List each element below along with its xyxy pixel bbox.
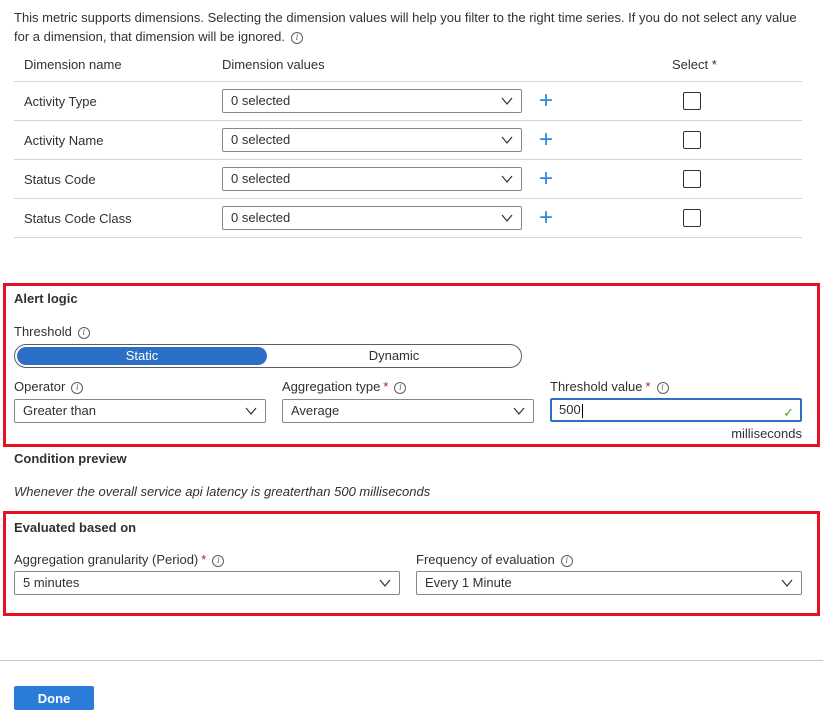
alert-logic-title: Alert logic: [14, 291, 78, 306]
info-icon[interactable]: i: [290, 31, 303, 44]
header-dimension-name: Dimension name: [24, 57, 122, 72]
threshold-toggle[interactable]: Static Dynamic: [14, 344, 522, 368]
chevron-down-icon: [379, 579, 391, 587]
dropdown-value: Average: [291, 403, 340, 418]
dropdown-value: 0 selected: [231, 93, 291, 108]
operator-label: Operator i: [14, 379, 84, 394]
intro-text: This metric supports dimensions. Selecti…: [14, 10, 797, 44]
divider: [14, 159, 802, 160]
divider: [14, 120, 802, 121]
granularity-label: Aggregation granularity (Period) * i: [14, 552, 225, 567]
dimension-values-dropdown[interactable]: 0 selected: [222, 89, 522, 113]
chevron-down-icon: [245, 407, 257, 415]
divider: [14, 198, 802, 199]
required-marker: *: [645, 379, 651, 394]
text-cursor: [581, 403, 583, 418]
dimensions-intro: This metric supports dimensions. Selecti…: [14, 8, 814, 46]
select-checkbox[interactable]: [683, 209, 701, 227]
threshold-value-label-text: Threshold value: [550, 379, 643, 394]
dropdown-value: Every 1 Minute: [425, 575, 512, 590]
add-icon[interactable]: +: [539, 206, 553, 230]
info-icon[interactable]: i: [394, 381, 407, 394]
threshold-unit: milliseconds: [731, 426, 802, 441]
dimension-name: Status Code: [24, 172, 96, 187]
operator-label-text: Operator: [14, 379, 66, 394]
dimension-values-dropdown[interactable]: 0 selected: [222, 128, 522, 152]
required-marker: *: [201, 552, 207, 567]
aggregation-type-label-text: Aggregation type: [282, 379, 381, 394]
add-icon[interactable]: +: [539, 128, 553, 152]
evaluated-title: Evaluated based on: [14, 520, 137, 535]
info-icon[interactable]: i: [77, 326, 90, 339]
select-checkbox[interactable]: [683, 131, 701, 149]
select-checkbox[interactable]: [683, 92, 701, 110]
info-icon[interactable]: i: [560, 554, 573, 567]
dimension-name: Status Code Class: [24, 211, 132, 226]
dimension-values-dropdown[interactable]: 0 selected: [222, 167, 522, 191]
threshold-option-static[interactable]: Static: [17, 347, 267, 365]
threshold-label: Threshold i: [14, 324, 90, 339]
required-marker: *: [383, 379, 389, 394]
frequency-label: Frequency of evaluation i: [416, 552, 573, 567]
info-icon[interactable]: i: [212, 554, 225, 567]
chevron-down-icon: [501, 175, 513, 183]
footer-divider: [0, 660, 823, 661]
dropdown-value: 0 selected: [231, 210, 291, 225]
input-value: 500: [559, 402, 581, 417]
granularity-dropdown[interactable]: 5 minutes: [14, 571, 400, 595]
threshold-label-text: Threshold: [14, 324, 72, 339]
dropdown-value: 0 selected: [231, 171, 291, 186]
threshold-value-input[interactable]: 500 ✓: [550, 398, 802, 422]
granularity-label-text: Aggregation granularity (Period): [14, 552, 199, 567]
condition-preview-title: Condition preview: [14, 451, 127, 466]
dimension-name: Activity Name: [24, 133, 104, 148]
chevron-down-icon: [501, 214, 513, 222]
header-dimension-values: Dimension values: [222, 57, 325, 72]
dropdown-value: 0 selected: [231, 132, 291, 147]
aggregation-type-dropdown[interactable]: Average: [282, 399, 534, 423]
frequency-dropdown[interactable]: Every 1 Minute: [416, 571, 802, 595]
dropdown-value: 5 minutes: [23, 575, 80, 590]
checkmark-icon: ✓: [783, 405, 794, 420]
divider: [14, 237, 802, 238]
info-icon[interactable]: i: [71, 381, 84, 394]
threshold-value-label: Threshold value * i: [550, 379, 669, 394]
select-checkbox[interactable]: [683, 170, 701, 188]
chevron-down-icon: [501, 136, 513, 144]
aggregation-type-label: Aggregation type * i: [282, 379, 407, 394]
add-icon[interactable]: +: [539, 89, 553, 113]
dropdown-value: Greater than: [23, 403, 96, 418]
threshold-option-dynamic[interactable]: Dynamic: [269, 347, 519, 365]
header-select: Select *: [672, 57, 717, 72]
operator-dropdown[interactable]: Greater than: [14, 399, 266, 423]
chevron-down-icon: [781, 579, 793, 587]
info-icon[interactable]: i: [656, 381, 669, 394]
frequency-label-text: Frequency of evaluation: [416, 552, 555, 567]
add-icon[interactable]: +: [539, 167, 553, 191]
divider: [14, 81, 802, 82]
dimension-name: Activity Type: [24, 94, 97, 109]
chevron-down-icon: [501, 97, 513, 105]
done-button[interactable]: Done: [14, 686, 94, 710]
dimension-values-dropdown[interactable]: 0 selected: [222, 206, 522, 230]
chevron-down-icon: [513, 407, 525, 415]
condition-preview-text: Whenever the overall service api latency…: [14, 484, 431, 499]
